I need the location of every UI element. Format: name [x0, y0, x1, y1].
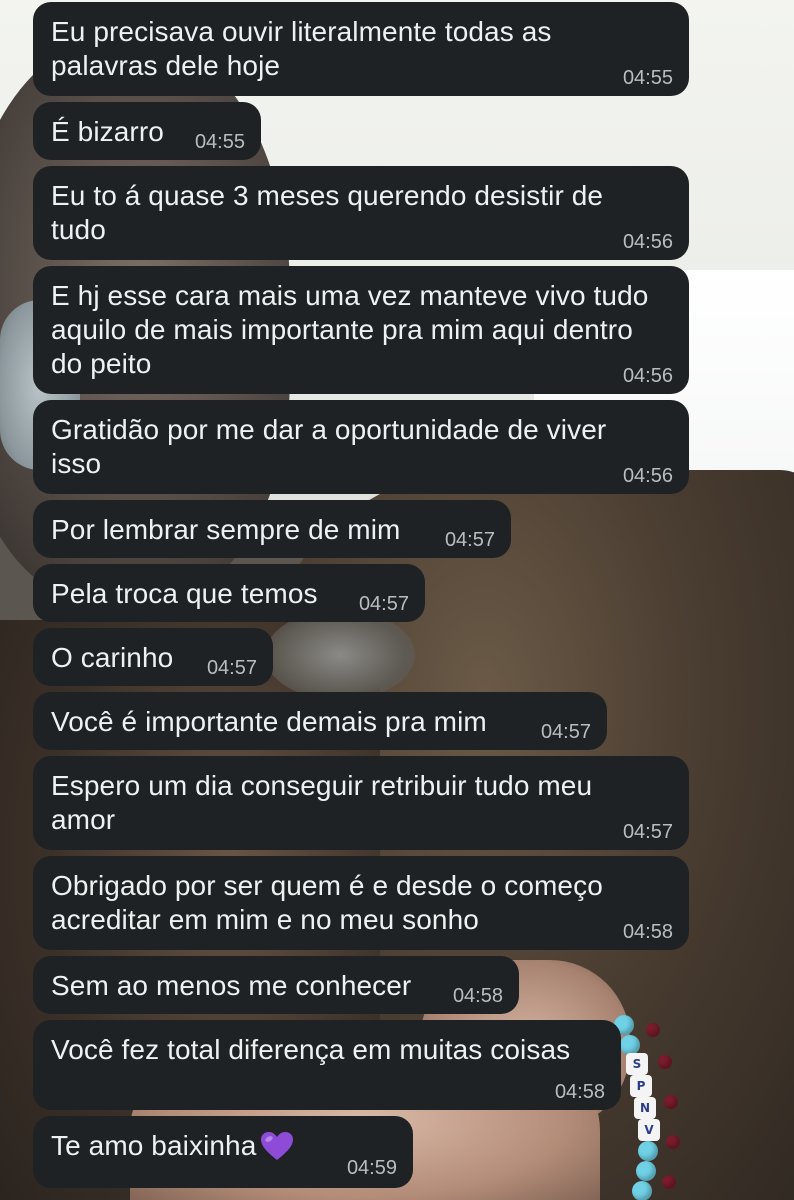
bracelet-letter: S — [626, 1053, 648, 1075]
message-bubble[interactable]: Você é importante demais pra mim 04:57 — [33, 692, 607, 750]
message-timestamp: 04:56 — [622, 465, 673, 487]
message-timestamp: 04:55 — [622, 67, 673, 89]
message-text: Obrigado por ser quem é e desde o começo… — [51, 870, 603, 935]
message-bubble[interactable]: Eu precisava ouvir literalmente todas as… — [33, 2, 689, 96]
message-text: Você fez total diferença em muitas coisa… — [51, 1034, 571, 1065]
message-timestamp: 04:57 — [206, 657, 257, 679]
message-text: Eu precisava ouvir literalmente todas as… — [51, 16, 552, 81]
message-bubble[interactable]: O carinho 04:57 — [33, 628, 273, 686]
background-bracelet: S P N V — [612, 1015, 692, 1200]
message-timestamp: 04:58 — [452, 985, 503, 1007]
message-text: E hj esse cara mais uma vez manteve vivo… — [51, 280, 649, 379]
message-timestamp: 04:57 — [540, 721, 591, 743]
message-bubble[interactable]: Gratidão por me dar a oportunidade de vi… — [33, 400, 689, 494]
message-timestamp: 04:59 — [346, 1157, 397, 1179]
message-text: Eu to á quase 3 meses querendo desistir … — [51, 180, 604, 245]
message-text-content: Te amo baixinha — [51, 1130, 257, 1161]
message-timestamp: 04:58 — [554, 1081, 605, 1103]
background-tattoo — [265, 610, 415, 700]
message-timestamp: 04:57 — [622, 821, 673, 843]
message-text: Sem ao menos me conhecer — [51, 970, 412, 1001]
message-bubble[interactable]: Você fez total diferença em muitas coisa… — [33, 1020, 621, 1110]
bracelet-letter: N — [634, 1097, 656, 1119]
message-timestamp: 04:58 — [622, 921, 673, 943]
bracelet-letter: V — [638, 1119, 660, 1141]
message-text: Espero um dia conseguir retribuir tudo m… — [51, 770, 593, 835]
message-bubble[interactable]: Espero um dia conseguir retribuir tudo m… — [33, 756, 689, 850]
message-bubble[interactable]: Obrigado por ser quem é e desde o começo… — [33, 856, 689, 950]
message-bubble[interactable]: Eu to á quase 3 meses querendo desistir … — [33, 166, 689, 260]
message-text: Por lembrar sempre de mim — [51, 514, 401, 545]
message-timestamp: 04:56 — [622, 231, 673, 253]
message-text: Pela troca que temos — [51, 578, 318, 609]
message-bubble[interactable]: Pela troca que temos 04:57 — [33, 564, 425, 622]
message-bubble[interactable]: É bizarro 04:55 — [33, 102, 261, 160]
message-timestamp: 04:56 — [622, 365, 673, 387]
message-bubble[interactable]: Sem ao menos me conhecer 04:58 — [33, 956, 519, 1014]
message-text: Você é importante demais pra mim — [51, 706, 487, 737]
message-bubble[interactable]: Te amo baixinha 04:59 — [33, 1116, 413, 1188]
message-timestamp: 04:57 — [444, 529, 495, 551]
bracelet-letter: P — [630, 1075, 652, 1097]
purple-heart-icon — [260, 1131, 294, 1161]
message-bubble[interactable]: Por lembrar sempre de mim 04:57 — [33, 500, 511, 558]
message-timestamp: 04:57 — [358, 593, 409, 615]
message-text: Te amo baixinha — [51, 1129, 395, 1163]
message-bubble[interactable]: E hj esse cara mais uma vez manteve vivo… — [33, 266, 689, 394]
message-text: Gratidão por me dar a oportunidade de vi… — [51, 414, 607, 479]
message-timestamp: 04:55 — [194, 131, 245, 153]
